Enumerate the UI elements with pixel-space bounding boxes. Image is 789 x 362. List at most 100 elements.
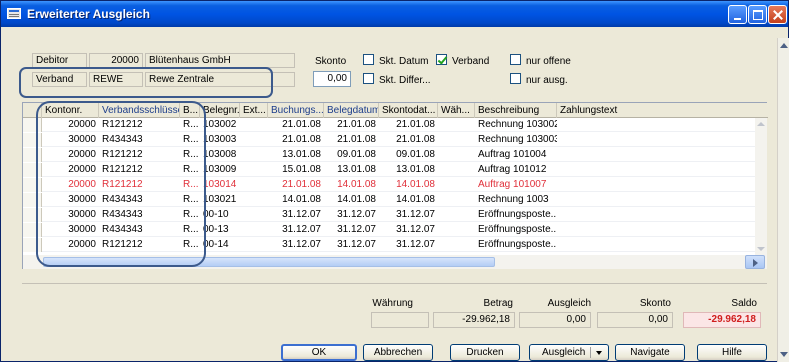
close-button[interactable] (768, 5, 787, 24)
cell-belegdatum[interactable]: 31.12.07 (324, 208, 379, 222)
cell-ext[interactable] (240, 238, 268, 252)
cell-belegdatum[interactable]: 14.01.08 (324, 178, 379, 192)
ausgleich-button[interactable]: Ausgleich (529, 344, 609, 361)
cell-zahlungstext[interactable] (557, 148, 755, 162)
cell-ext[interactable] (240, 148, 268, 162)
abbrechen-button[interactable]: Abbrechen (363, 344, 433, 361)
cell-waeh[interactable] (438, 148, 475, 162)
cell-belegdatum[interactable]: 13.01.08 (324, 163, 379, 177)
cell-zahlungstext[interactable] (557, 238, 755, 252)
cell-skontodat[interactable]: 21.01.08 (379, 118, 438, 132)
cell-belegnr[interactable]: 103002 (200, 118, 240, 132)
cell-waeh[interactable] (438, 118, 475, 132)
cell-waeh[interactable] (438, 193, 475, 207)
cell-skontodat[interactable]: 21.01.08 (379, 133, 438, 147)
cell-belegnr[interactable]: 103008 (200, 148, 240, 162)
cell-belegnr[interactable]: 00-14 (200, 238, 240, 252)
cell-belegnr[interactable]: 103014 (200, 178, 240, 192)
grid-scroll-up-icon[interactable] (757, 122, 765, 126)
cell-belegdatum[interactable]: 09.01.08 (324, 148, 379, 162)
cell-ext[interactable] (240, 223, 268, 237)
hilfe-button[interactable]: Hilfe (697, 344, 767, 361)
cell-beschreibung[interactable]: Rechnung 1003 (475, 193, 557, 207)
navigate-button[interactable]: Navigate (615, 344, 685, 361)
cell-waeh[interactable] (438, 163, 475, 177)
cell-zahlungstext[interactable] (557, 133, 755, 147)
cell-skontodat[interactable]: 13.01.08 (379, 163, 438, 177)
col-zahlungstext[interactable]: Zahlungstext (557, 103, 768, 118)
cell-buchung[interactable]: 21.01.08 (268, 118, 324, 132)
cell-beschreibung[interactable]: Auftrag 101012 (475, 163, 557, 177)
cell-skontodat[interactable]: 31.12.07 (379, 208, 438, 222)
cell-waeh[interactable] (438, 208, 475, 222)
cell-belegdatum[interactable]: 31.12.07 (324, 238, 379, 252)
cell-belegdatum[interactable]: 14.01.08 (324, 193, 379, 207)
cell-skontodat[interactable]: 31.12.07 (379, 238, 438, 252)
cell-buchung[interactable]: 21.01.08 (268, 178, 324, 192)
cell-belegnr[interactable]: 103003 (200, 133, 240, 147)
cell-beschreibung[interactable]: Auftrag 101004 (475, 148, 557, 162)
col-ext[interactable]: Ext... (240, 103, 268, 118)
cell-waeh[interactable] (438, 178, 475, 192)
cell-beschreibung[interactable]: Eröffnungsposte... (475, 238, 557, 252)
ok-button[interactable]: OK (281, 344, 357, 361)
maximize-button[interactable] (748, 5, 767, 24)
cell-ext[interactable] (240, 133, 268, 147)
cell-beschreibung[interactable]: Eröffnungsposte... (475, 208, 557, 222)
col-beschreibung[interactable]: Beschreibung (475, 103, 557, 118)
cell-ext[interactable] (240, 163, 268, 177)
cell-zahlungstext[interactable] (557, 178, 755, 192)
cell-skontodat[interactable]: 14.01.08 (379, 178, 438, 192)
verband-checkbox[interactable] (436, 54, 447, 65)
cell-buchung[interactable]: 13.01.08 (268, 148, 324, 162)
cell-belegnr[interactable]: 103009 (200, 163, 240, 177)
cell-belegdatum[interactable]: 31.12.07 (324, 223, 379, 237)
cell-skontodat[interactable]: 31.12.07 (379, 223, 438, 237)
cell-skontodat[interactable]: 14.01.08 (379, 193, 438, 207)
cell-waeh[interactable] (438, 133, 475, 147)
scroll-down-icon[interactable] (780, 352, 788, 357)
cell-beschreibung[interactable]: Auftrag 101007 (475, 178, 557, 192)
grid-scroll-down-icon[interactable] (757, 247, 765, 251)
cell-belegdatum[interactable]: 21.01.08 (324, 118, 379, 132)
chevron-down-icon[interactable] (596, 351, 602, 355)
drucken-button[interactable]: Drucken (450, 344, 520, 361)
cell-beschreibung[interactable]: Rechnung 103003 (475, 133, 557, 147)
minimize-button[interactable] (728, 5, 747, 24)
cell-buchung[interactable]: 15.01.08 (268, 163, 324, 177)
cell-belegnr[interactable]: 00-10 (200, 208, 240, 222)
title-bar[interactable]: Erweiterter Ausgleich (1, 1, 788, 27)
cell-ext[interactable] (240, 193, 268, 207)
cell-buchung[interactable]: 31.12.07 (268, 238, 324, 252)
nur-ausg-checkbox[interactable] (510, 73, 521, 84)
col-skontodatum[interactable]: Skontodat... (379, 103, 438, 118)
cell-ext[interactable] (240, 208, 268, 222)
cell-zahlungstext[interactable] (557, 223, 755, 237)
cell-waeh[interactable] (438, 223, 475, 237)
window-vertical-scrollbar[interactable] (777, 38, 789, 362)
scroll-right-icon[interactable] (745, 255, 765, 269)
cell-buchung[interactable]: 31.12.07 (268, 208, 324, 222)
cell-buchung[interactable]: 21.01.08 (268, 133, 324, 147)
cell-belegnr[interactable]: 103021 (200, 193, 240, 207)
cell-zahlungstext[interactable] (557, 118, 755, 132)
cell-ext[interactable] (240, 118, 268, 132)
cell-skontodat[interactable]: 09.01.08 (379, 148, 438, 162)
cell-zahlungstext[interactable] (557, 208, 755, 222)
cell-buchung[interactable]: 31.12.07 (268, 223, 324, 237)
scroll-up-icon[interactable] (780, 43, 788, 48)
cell-zahlungstext[interactable] (557, 193, 755, 207)
cell-zahlungstext[interactable] (557, 163, 755, 177)
cell-belegnr[interactable]: 00-13 (200, 223, 240, 237)
nur-offene-checkbox[interactable] (510, 54, 521, 65)
col-waehrung[interactable]: Wäh... (438, 103, 475, 118)
col-belegnr[interactable]: Belegnr. (200, 103, 240, 118)
skonto-input[interactable]: 0,00 (313, 71, 351, 87)
cell-buchung[interactable]: 14.01.08 (268, 193, 324, 207)
skt-differ-checkbox[interactable] (363, 73, 374, 84)
cell-ext[interactable] (240, 178, 268, 192)
grid-vertical-scrollbar[interactable] (755, 118, 767, 255)
cell-beschreibung[interactable]: Rechnung 103002 (475, 118, 557, 132)
cell-belegdatum[interactable]: 21.01.08 (324, 133, 379, 147)
cell-waeh[interactable] (438, 238, 475, 252)
